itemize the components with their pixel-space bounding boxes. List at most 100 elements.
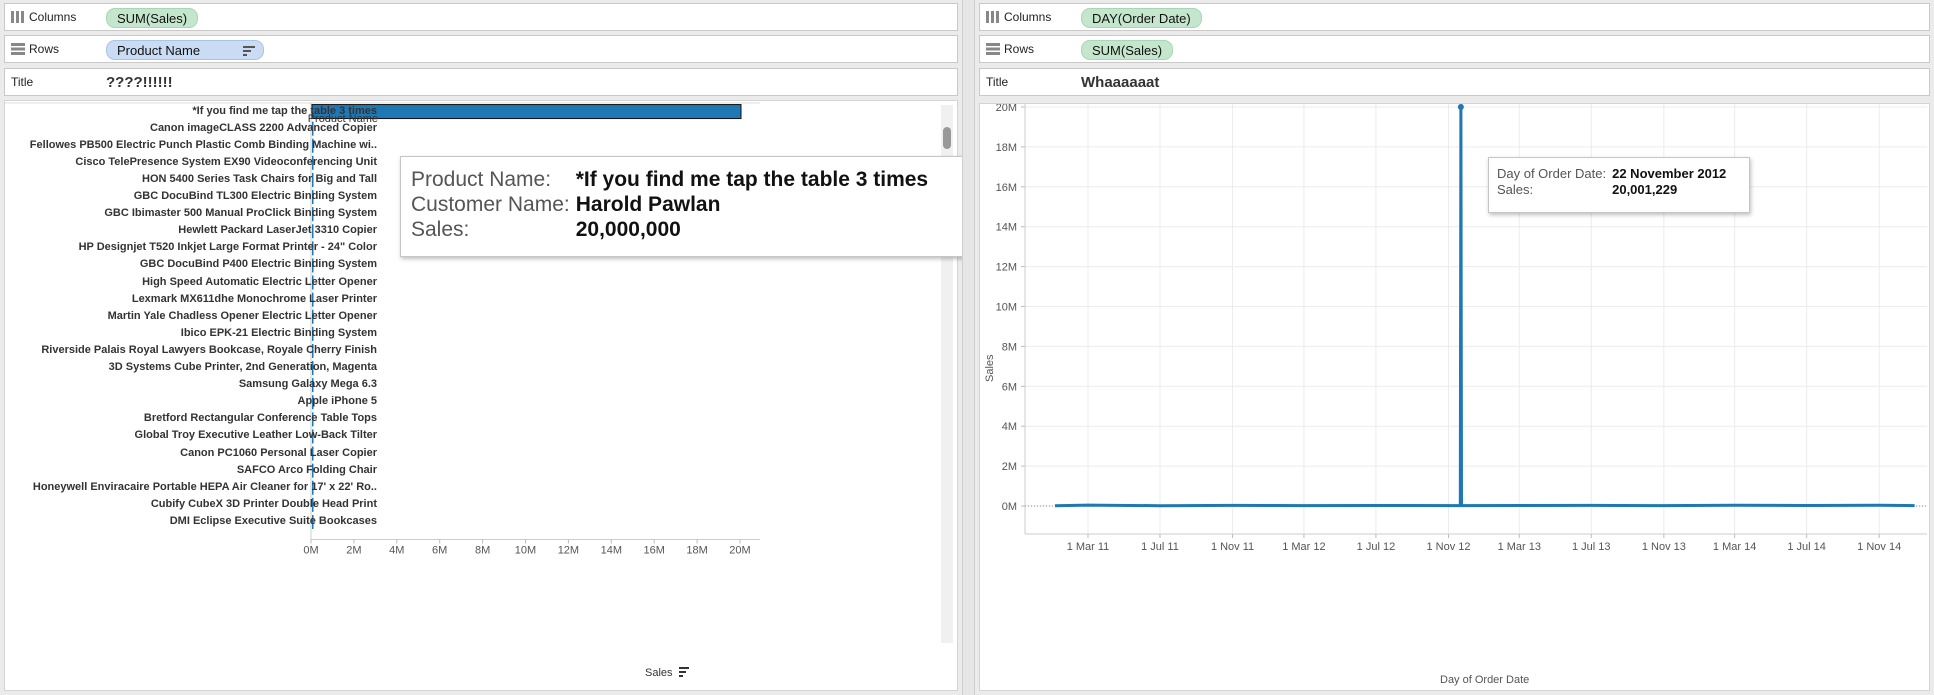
product-label[interactable]: Cisco TelePresence System EX90 Videoconf… — [75, 156, 377, 168]
point-tooltip: Day of Order Date: 22 November 2012 Sales… — [1488, 157, 1750, 213]
x-tick-label: 1 Jul 14 — [1787, 541, 1826, 553]
rows-shelf-label: Rows — [986, 36, 1034, 62]
product-label[interactable]: Samsung Galaxy Mega 6.3 — [239, 378, 377, 390]
rows-icon — [986, 43, 1000, 55]
y-tick-label: 20M — [996, 104, 1017, 114]
x-tick-label: 6M — [432, 545, 447, 557]
product-label[interactable]: Fellowes PB500 Electric Punch Plastic Co… — [30, 139, 377, 151]
x-tick-label: 18M — [686, 545, 707, 557]
product-label[interactable]: Honeywell Enviracaire Portable HEPA Air … — [33, 481, 377, 493]
tooltip-value: 20,000,000 — [575, 217, 681, 241]
columns-shelf-label: Columns — [986, 4, 1051, 30]
columns-pill-day-order-date[interactable]: DAY(Order Date) — [1081, 8, 1202, 28]
x-tick-label: 20M — [729, 545, 750, 557]
x-tick-label: 1 Mar 12 — [1282, 541, 1325, 553]
columns-icon — [11, 11, 24, 23]
product-label[interactable]: Global Troy Executive Leather Low-Back T… — [135, 429, 377, 441]
tooltip-key: Sales: — [411, 218, 470, 241]
y-tick-label: 2M — [1002, 461, 1017, 473]
columns-shelf-label: Columns — [11, 4, 76, 30]
product-label[interactable]: High Speed Automatic Electric Letter Ope… — [142, 276, 377, 288]
sort-icon[interactable] — [243, 46, 255, 56]
product-label[interactable]: Apple iPhone 5 — [298, 395, 377, 407]
rows-shelf[interactable]: Rows SUM(Sales) — [979, 35, 1930, 63]
tooltip-value: 22 November 2012 — [1612, 165, 1727, 181]
columns-pill-sum-sales[interactable]: SUM(Sales) — [106, 8, 199, 28]
product-label[interactable]: GBC Ibimaster 500 Manual ProClick Bindin… — [104, 207, 377, 219]
product-label[interactable]: DMI Eclipse Executive Suite Bookcases — [170, 515, 377, 527]
y-tick-label: 10M — [996, 302, 1017, 314]
sort-icon[interactable] — [678, 667, 689, 677]
product-label[interactable]: Riverside Palais Royal Lawyers Bookcase,… — [41, 344, 377, 356]
title-shelf[interactable]: Title ????!!!!!! — [4, 68, 958, 96]
product-label[interactable]: Ibico EPK-21 Electric Binding System — [181, 327, 377, 339]
tooltip-table: Product Name: *If you find me tap the tab… — [411, 167, 928, 242]
rows-icon — [11, 43, 25, 55]
y-axis-title: Sales — [984, 354, 996, 382]
worksheet-title[interactable]: ????!!!!!! — [106, 69, 173, 95]
product-label[interactable]: Hewlett Packard LaserJet 3310 Copier — [178, 224, 377, 236]
x-tick-label: 1 Mar 14 — [1713, 541, 1756, 553]
x-tick-label: 1 Mar 15 — [1928, 541, 1929, 553]
title-shelf-label: Title — [11, 75, 34, 89]
worksheet-title[interactable]: Whaaaaaat — [1081, 69, 1159, 95]
bar-chart-area: 0M 2M 4M 6M 8M 10M 12M 14M 16M 18M 20M Product Nam… — [4, 100, 970, 691]
x-axis-title: Sales — [645, 667, 689, 679]
x-tick-label: 1 Jul 13 — [1572, 541, 1611, 553]
right-worksheet: Columns DAY(Order Date) Rows SUM(Sales) … — [975, 0, 1934, 695]
bar-tooltip: Product Name: *If you find me tap the tab… — [400, 156, 970, 257]
product-label[interactable]: Canon PC1060 Personal Laser Copier — [180, 447, 377, 459]
y-tick-label: 18M — [996, 142, 1017, 154]
product-label[interactable]: GBC DocuBind TL300 Electric Binding Syst… — [134, 190, 377, 202]
product-label[interactable]: HON 5400 Series Task Chairs for Big and … — [142, 173, 377, 185]
x-tick-label: 1 Nov 12 — [1426, 541, 1470, 553]
y-tick-label: 6M — [1002, 381, 1017, 393]
product-label[interactable]: 3D Systems Cube Printer, 2nd Generation,… — [109, 361, 377, 373]
title-shelf[interactable]: Title Whaaaaaat — [979, 68, 1930, 96]
tooltip-value: 20,001,229 — [1612, 181, 1678, 197]
x-tick-label: 4M — [389, 545, 404, 557]
tooltip-table: Day of Order Date: 22 November 2012 Sales… — [1497, 165, 1727, 198]
tooltip-key: Day of Order Date: — [1497, 166, 1607, 181]
x-tick-label: 8M — [475, 545, 490, 557]
x-tick-label: 1 Nov 14 — [1857, 541, 1901, 553]
peak-point — [1457, 104, 1464, 110]
rows-pill-sum-sales[interactable]: SUM(Sales) — [1081, 40, 1174, 60]
y-tick-label: 14M — [996, 222, 1017, 234]
columns-icon — [986, 11, 999, 23]
x-tick-label: 1 Nov 11 — [1211, 541, 1254, 553]
y-tick-label: 16M — [996, 182, 1017, 194]
product-label[interactable]: Martin Yale Chadless Opener Electric Let… — [108, 310, 377, 322]
tooltip-key: Sales: — [1497, 182, 1534, 197]
rows-pill-product-name[interactable]: Product Name — [106, 40, 264, 60]
y-tick-label: 0M — [1002, 501, 1017, 513]
x-tick-label: 1 Jul 11 — [1141, 541, 1179, 553]
x-tick-label: 1 Jul 12 — [1357, 541, 1396, 553]
pane-divider[interactable] — [962, 0, 975, 695]
product-label[interactable]: Lexmark MX611dhe Monochrome Laser Printe… — [132, 293, 377, 305]
tooltip-key: Product Name: — [411, 168, 552, 191]
product-label[interactable]: SAFCO Arco Folding Chair — [237, 464, 377, 476]
product-label[interactable]: *If you find me tap the table 3 times — [192, 105, 377, 117]
x-tick-label: 1 Mar 13 — [1498, 541, 1541, 553]
product-label[interactable]: Canon imageCLASS 2200 Advanced Copier — [150, 122, 377, 134]
scrollbar-thumb[interactable] — [943, 127, 951, 149]
columns-shelf[interactable]: Columns DAY(Order Date) — [979, 3, 1930, 31]
x-tick-label: 1 Mar 11 — [1067, 541, 1110, 553]
product-labels: *If you find me tap the table 3 times Can… — [5, 101, 377, 661]
x-tick-label: 10M — [515, 545, 536, 557]
y-tick-label: 4M — [1002, 421, 1017, 433]
product-label[interactable]: GBC DocuBind P400 Electric Binding Syste… — [140, 258, 377, 270]
tooltip-key: Customer Name: — [411, 193, 570, 216]
rows-shelf[interactable]: Rows Product Name — [4, 35, 958, 63]
tooltip-value: Harold Pawlan — [575, 192, 721, 216]
product-label[interactable]: Bretford Rectangular Conference Table To… — [144, 412, 377, 424]
product-label[interactable]: Cubify CubeX 3D Printer Double Head Prin… — [151, 498, 377, 510]
columns-shelf[interactable]: Columns SUM(Sales) — [4, 3, 958, 31]
line-chart: 0M 2M 4M 6M 8M 10M 12M 14M 16M 18M 20M 1 Mar 11 1 Ju… — [996, 104, 1929, 553]
product-label[interactable]: HP Designjet T520 Inkjet Large Format Pr… — [79, 241, 377, 253]
title-shelf-label: Title — [986, 75, 1009, 89]
x-axis-title: Day of Order Date — [1440, 674, 1530, 686]
y-tick-label: 8M — [1002, 341, 1017, 353]
x-tick-label: 14M — [601, 545, 622, 557]
